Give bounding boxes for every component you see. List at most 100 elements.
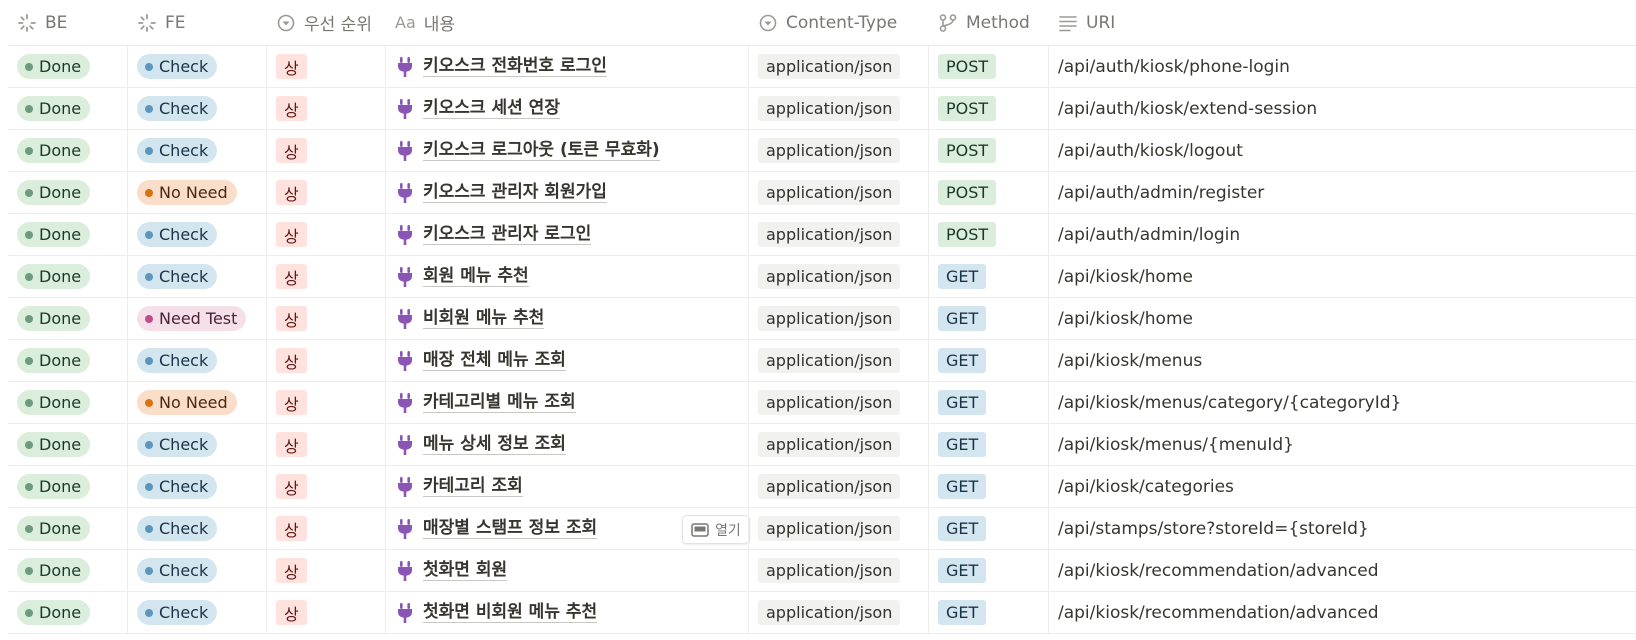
priority-cell[interactable]: 상 — [276, 466, 307, 507]
uri-cell[interactable]: /api/auth/kiosk/logout — [1058, 130, 1243, 171]
page-title-link[interactable]: 비회원 메뉴 추천 — [423, 308, 545, 329]
uri-cell[interactable]: /api/kiosk/recommendation/advanced — [1058, 550, 1379, 591]
table-row[interactable]: Done No Need 상 키오스크 관리자 회원가입 application/jso… — [8, 172, 1636, 214]
uri-cell[interactable]: /api/stamps/store?storeId={storeId} — [1058, 508, 1369, 549]
priority-cell[interactable]: 상 — [276, 130, 307, 171]
table-row[interactable]: Done Check 상 매장별 스탬프 정보 조회 열기 application/jso… — [8, 508, 1636, 550]
table-row[interactable]: Done No Need 상 카테고리별 메뉴 조회 application/json G… — [8, 382, 1636, 424]
table-row[interactable]: Done Check 상 회원 메뉴 추천 application/json GET/ap… — [8, 256, 1636, 298]
content-cell[interactable]: 카테고리 조회 — [397, 466, 523, 507]
fe-cell[interactable]: Check — [137, 550, 218, 591]
priority-cell[interactable]: 상 — [276, 508, 307, 549]
table-row[interactable]: Done Check 상 키오스크 관리자 로그인 application/json PO… — [8, 214, 1636, 256]
method-cell[interactable]: POST — [938, 172, 997, 213]
uri-cell[interactable]: /api/kiosk/recommendation/advanced — [1058, 592, 1379, 633]
table-row[interactable]: Done Check 상 첫화면 비회원 메뉴 추천 application/json G… — [8, 592, 1636, 634]
priority-cell[interactable]: 상 — [276, 550, 307, 591]
content-type-cell[interactable]: application/json — [758, 382, 901, 423]
be-cell[interactable]: Done — [17, 550, 91, 591]
method-cell[interactable]: POST — [938, 130, 997, 171]
fe-cell[interactable]: No Need — [137, 172, 237, 213]
content-cell[interactable]: 키오스크 로그아웃 (토큰 무효화) — [397, 130, 660, 171]
page-title-link[interactable]: 키오스크 관리자 로그인 — [423, 224, 592, 245]
be-cell[interactable]: Done — [17, 592, 91, 633]
page-title-link[interactable]: 첫화면 비회원 메뉴 추천 — [423, 602, 598, 623]
page-title-link[interactable]: 카테고리 조회 — [423, 476, 523, 497]
page-title-link[interactable]: 키오스크 관리자 회원가입 — [423, 182, 607, 203]
priority-cell[interactable]: 상 — [276, 382, 307, 423]
fe-cell[interactable]: Check — [137, 424, 218, 465]
uri-cell[interactable]: /api/kiosk/categories — [1058, 466, 1234, 507]
content-cell[interactable]: 첫화면 회원 — [397, 550, 508, 591]
uri-cell[interactable]: /api/kiosk/menus/{menuId} — [1058, 424, 1294, 465]
priority-cell[interactable]: 상 — [276, 256, 307, 297]
method-cell[interactable]: POST — [938, 46, 997, 87]
column-header-priority[interactable]: 우선 순위 — [276, 0, 372, 45]
content-type-cell[interactable]: application/json — [758, 550, 901, 591]
content-cell[interactable]: 카테고리별 메뉴 조회 — [397, 382, 576, 423]
fe-cell[interactable]: Check — [137, 88, 218, 129]
content-cell[interactable]: 키오스크 전화번호 로그인 — [397, 46, 607, 87]
be-cell[interactable]: Done — [17, 256, 91, 297]
page-title-link[interactable]: 매장 전체 메뉴 조회 — [423, 350, 566, 371]
fe-cell[interactable]: Check — [137, 46, 218, 87]
method-cell[interactable]: GET — [938, 382, 987, 423]
column-header-uri[interactable]: URI — [1058, 0, 1115, 45]
be-cell[interactable]: Done — [17, 382, 91, 423]
be-cell[interactable]: Done — [17, 424, 91, 465]
content-type-cell[interactable]: application/json — [758, 46, 901, 87]
be-cell[interactable]: Done — [17, 298, 91, 339]
uri-cell[interactable]: /api/auth/kiosk/extend-session — [1058, 88, 1317, 129]
content-type-cell[interactable]: application/json — [758, 256, 901, 297]
table-row[interactable]: Done Need Test 상 비회원 메뉴 추천 application/json G… — [8, 298, 1636, 340]
method-cell[interactable]: GET — [938, 508, 987, 549]
column-header-content-type[interactable]: Content-Type — [758, 0, 897, 45]
fe-cell[interactable]: Check — [137, 340, 218, 381]
content-type-cell[interactable]: application/json — [758, 130, 901, 171]
be-cell[interactable]: Done — [17, 172, 91, 213]
uri-cell[interactable]: /api/kiosk/home — [1058, 298, 1193, 339]
content-type-cell[interactable]: application/json — [758, 340, 901, 381]
column-header-method[interactable]: Method — [938, 0, 1030, 45]
column-header-fe[interactable]: FE — [137, 0, 186, 45]
method-cell[interactable]: GET — [938, 424, 987, 465]
uri-cell[interactable]: /api/auth/kiosk/phone-login — [1058, 46, 1290, 87]
content-cell[interactable]: 첫화면 비회원 메뉴 추천 — [397, 592, 598, 633]
content-cell[interactable]: 키오스크 세션 연장 — [397, 88, 560, 129]
content-cell[interactable]: 회원 메뉴 추천 — [397, 256, 529, 297]
fe-cell[interactable]: Check — [137, 508, 218, 549]
priority-cell[interactable]: 상 — [276, 46, 307, 87]
content-cell[interactable]: 메뉴 상세 정보 조회 — [397, 424, 566, 465]
be-cell[interactable]: Done — [17, 88, 91, 129]
method-cell[interactable]: POST — [938, 214, 997, 255]
priority-cell[interactable]: 상 — [276, 88, 307, 129]
priority-cell[interactable]: 상 — [276, 172, 307, 213]
table-row[interactable]: Done Check 상 매장 전체 메뉴 조회 application/json GET… — [8, 340, 1636, 382]
method-cell[interactable]: GET — [938, 592, 987, 633]
method-cell[interactable]: GET — [938, 340, 987, 381]
method-cell[interactable]: GET — [938, 256, 987, 297]
be-cell[interactable]: Done — [17, 214, 91, 255]
content-cell[interactable]: 키오스크 관리자 로그인 — [397, 214, 592, 255]
uri-cell[interactable]: /api/kiosk/home — [1058, 256, 1193, 297]
method-cell[interactable]: GET — [938, 466, 987, 507]
table-row[interactable]: Done Check 상 키오스크 로그아웃 (토큰 무효화) application/… — [8, 130, 1636, 172]
table-row[interactable]: Done Check 상 메뉴 상세 정보 조회 application/json GET… — [8, 424, 1636, 466]
be-cell[interactable]: Done — [17, 466, 91, 507]
content-type-cell[interactable]: application/json — [758, 592, 901, 633]
table-row[interactable]: Done Check 상 키오스크 전화번호 로그인 application/json P… — [8, 46, 1636, 88]
page-title-link[interactable]: 카테고리별 메뉴 조회 — [423, 392, 576, 413]
content-cell[interactable]: 매장별 스탬프 정보 조회 — [397, 508, 598, 549]
priority-cell[interactable]: 상 — [276, 340, 307, 381]
table-row[interactable]: Done Check 상 첫화면 회원 application/json GET/api/… — [8, 550, 1636, 592]
uri-cell[interactable]: /api/auth/admin/register — [1058, 172, 1264, 213]
content-type-cell[interactable]: application/json — [758, 298, 901, 339]
fe-cell[interactable]: Check — [137, 466, 218, 507]
page-title-link[interactable]: 키오스크 세션 연장 — [423, 98, 560, 119]
content-cell[interactable]: 매장 전체 메뉴 조회 — [397, 340, 566, 381]
be-cell[interactable]: Done — [17, 508, 91, 549]
uri-cell[interactable]: /api/kiosk/menus/category/{categoryId} — [1058, 382, 1401, 423]
fe-cell[interactable]: Check — [137, 592, 218, 633]
content-type-cell[interactable]: application/json — [758, 424, 901, 465]
content-type-cell[interactable]: application/json — [758, 466, 901, 507]
